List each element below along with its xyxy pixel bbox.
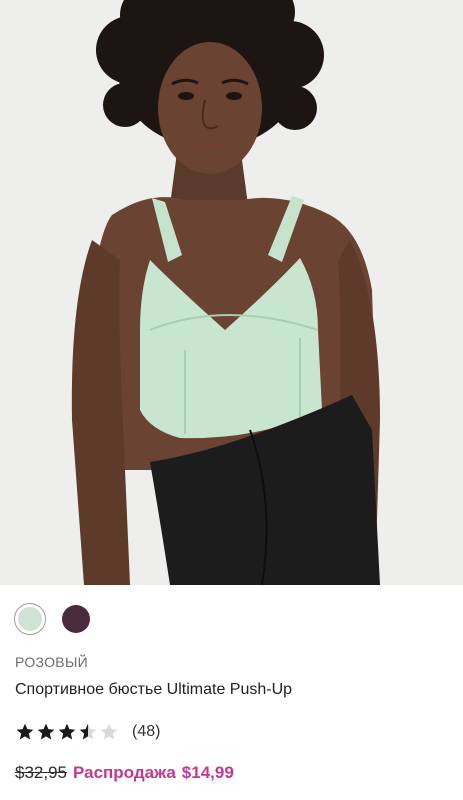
- sale-price: $14,99: [181, 763, 234, 782]
- star-icon: [37, 723, 55, 740]
- rating[interactable]: (48): [15, 722, 160, 742]
- empty-star-icon: [100, 723, 118, 740]
- product-name[interactable]: Спортивное бюстье Ultimate Push-Up: [15, 681, 292, 699]
- swatch-mint[interactable]: [14, 603, 46, 635]
- star-icon: [58, 723, 76, 740]
- swatch-plum[interactable]: [60, 603, 92, 635]
- star-icon: [16, 723, 34, 740]
- product-photo: [0, 0, 463, 585]
- half-star-icon: [79, 723, 97, 740]
- swatch-mint-fill: [18, 607, 42, 631]
- review-count[interactable]: (48): [132, 723, 160, 741]
- price-row: $32,95 Распродажа $14,99: [15, 763, 234, 783]
- product-card[interactable]: РОЗОВЫЙ Спортивное бюстье Ultimate Push-…: [0, 0, 463, 800]
- product-image[interactable]: [0, 0, 463, 585]
- old-price: $32,95: [15, 763, 67, 782]
- rating-stars: [15, 722, 119, 742]
- sale-label: Распродажа: [73, 763, 176, 782]
- color-name: РОЗОВЫЙ: [15, 654, 89, 670]
- color-swatches: [14, 603, 92, 635]
- swatch-plum-fill: [62, 605, 90, 633]
